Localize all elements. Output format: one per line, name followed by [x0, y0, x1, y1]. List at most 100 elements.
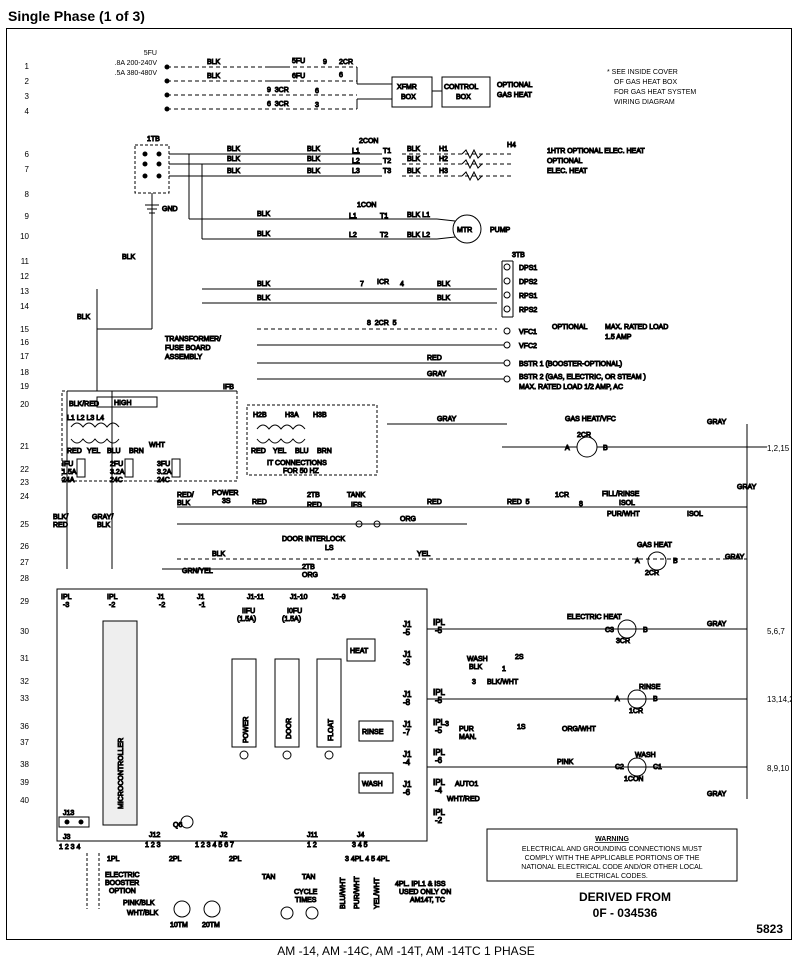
svg-text:PINK: PINK [557, 759, 574, 766]
svg-text:ICR: ICR [377, 279, 389, 286]
svg-text:36: 36 [20, 722, 29, 731]
svg-text:IFU: IFU [62, 461, 73, 468]
svg-text:BLK: BLK [177, 500, 191, 507]
svg-text:-6: -6 [435, 756, 443, 765]
svg-text:1CR: 1CR [629, 708, 643, 715]
svg-text:BSTR 2 (GAS, ELECTRIC, OR STEA: BSTR 2 (GAS, ELECTRIC, OR STEAM ) [519, 374, 646, 381]
svg-text:J1: J1 [197, 594, 205, 601]
svg-text:MTR: MTR [457, 227, 472, 234]
svg-text:7: 7 [25, 165, 30, 174]
svg-text:3: 3 [315, 102, 319, 109]
svg-text:H3: H3 [439, 168, 448, 175]
svg-text:2PL: 2PL [169, 856, 182, 863]
svg-text:BRN: BRN [317, 448, 332, 455]
svg-text:3CR: 3CR [616, 638, 630, 645]
svg-text:12: 12 [20, 272, 29, 281]
svg-text:17: 17 [20, 352, 29, 361]
svg-text:9 3CR: 9 3CR [267, 87, 289, 94]
svg-text:DERIVED FROM: DERIVED FROM [579, 890, 671, 904]
svg-text:J4: J4 [357, 832, 365, 839]
svg-text:(1.5A): (1.5A) [282, 616, 301, 623]
svg-text:-2: -2 [159, 602, 165, 609]
top-fuse-lines: BLK BLK 5FU 6FU 9 3CR 6 3CR 6 3 2CR 6 9 [165, 58, 357, 111]
svg-text:GAS HEAT: GAS HEAT [637, 542, 673, 549]
svg-text:2TB: 2TB [302, 564, 315, 571]
transformer-assembly: TRANSFORMER/ FUSE BOARD ASSEMBLY IFB HIG… [62, 336, 237, 484]
svg-text:30: 30 [20, 627, 29, 636]
svg-text:-5: -5 [435, 726, 443, 735]
svg-text:BLK: BLK [212, 551, 226, 558]
svg-text:AM14T, TC: AM14T, TC [410, 897, 445, 904]
svg-text:10TM: 10TM [170, 922, 188, 929]
svg-text:1CON: 1CON [357, 202, 376, 209]
svg-text:GRAY: GRAY [707, 621, 727, 628]
svg-text:WHT/RED: WHT/RED [447, 796, 480, 803]
svg-text:RED: RED [251, 448, 266, 455]
svg-text:T3: T3 [383, 168, 391, 175]
svg-text:7: 7 [360, 281, 364, 288]
svg-text:RED: RED [427, 499, 442, 506]
svg-text:BLK: BLK [407, 146, 421, 153]
svg-text:1.5 AMP: 1.5 AMP [605, 334, 632, 341]
svg-text:DPS1: DPS1 [519, 265, 537, 272]
svg-text:PUMP: PUMP [490, 227, 511, 234]
svg-text:14: 14 [20, 302, 29, 311]
svg-text:24A: 24A [62, 477, 75, 484]
svg-text:1PL: 1PL [107, 856, 120, 863]
svg-text:2: 2 [25, 77, 30, 86]
svg-text:6: 6 [25, 150, 30, 159]
svg-text:2CON: 2CON [359, 138, 378, 145]
svg-text:L1: L1 [349, 213, 357, 220]
svg-text:BLK/WHT: BLK/WHT [487, 679, 519, 686]
svg-text:-4: -4 [435, 786, 443, 795]
diagram-caption: AM -14, AM -14C, AM -14T, AM -14TC 1 PHA… [6, 940, 800, 958]
svg-text:MICROCONTROLLER: MICROCONTROLLER [118, 738, 125, 809]
svg-text:H3A: H3A [285, 412, 299, 419]
svg-text:PUR/WHT: PUR/WHT [607, 511, 640, 518]
svg-text:-8: -8 [403, 698, 411, 707]
svg-text:1CON: 1CON [624, 776, 643, 783]
svg-text:PUR: PUR [459, 726, 474, 733]
svg-text:MAX. RATED LOAD 1/2 AMP, AC: MAX. RATED LOAD 1/2 AMP, AC [519, 384, 623, 391]
svg-text:L1 L2 L3 L4: L1 L2 L3 L4 [67, 415, 104, 422]
xfmr-control: XFMR BOX CONTROL BOX OPTIONAL GAS HEAT [357, 67, 533, 109]
svg-text:33: 33 [20, 694, 29, 703]
svg-text:-5: -5 [403, 628, 411, 637]
svg-text:BLK: BLK [307, 146, 321, 153]
svg-text:8 2CR 5: 8 2CR 5 [367, 320, 397, 327]
svg-text:RED: RED [67, 448, 82, 455]
svg-text:FLOAT: FLOAT [328, 718, 335, 741]
svg-text:WHT: WHT [149, 442, 166, 449]
svg-text:PINK/BLK: PINK/BLK [123, 900, 155, 907]
svg-text:BLU: BLU [295, 448, 309, 455]
svg-text:3TB: 3TB [512, 252, 525, 259]
svg-text:RED: RED [307, 502, 322, 509]
svg-text:38: 38 [20, 760, 29, 769]
svg-text:POWER: POWER [243, 717, 250, 743]
svg-text:L3: L3 [352, 168, 360, 175]
svg-text:ELECTRIC HEAT: ELECTRIC HEAT [567, 614, 622, 621]
svg-text:1CR: 1CR [555, 492, 569, 499]
svg-text:I0FU: I0FU [287, 608, 302, 615]
svg-text:B: B [673, 558, 678, 565]
svg-text:MAN.: MAN. [459, 734, 477, 741]
svg-text:BLK: BLK [227, 146, 241, 153]
svg-text:HIGH: HIGH [114, 400, 132, 407]
svg-text:BLK: BLK [307, 168, 321, 175]
inside-cover-note: * SEE INSIDE COVER OF GAS HEAT BOX FOR G… [607, 69, 696, 106]
svg-text:OPTIONAL: OPTIONAL [497, 82, 533, 89]
svg-text:BLK/RED: BLK/RED [69, 401, 99, 408]
tb-lines: BLK BLK BLK BLK BLK BLK 2CON L1T1 L2T2 L… [169, 138, 645, 180]
svg-text:GRAY: GRAY [707, 419, 727, 426]
svg-text:15: 15 [20, 325, 29, 334]
tb1: 1TB GND [135, 136, 178, 213]
svg-text:RED: RED [252, 499, 267, 506]
svg-text:J12: J12 [149, 832, 160, 839]
svg-text:WIRING DIAGRAM: WIRING DIAGRAM [614, 99, 675, 106]
svg-text:GRAY: GRAY [737, 484, 757, 491]
svg-text:GAS HEAT/VFC: GAS HEAT/VFC [565, 416, 616, 423]
svg-text:1,2,15: 1,2,15 [767, 444, 790, 453]
svg-text:2PL: 2PL [229, 856, 242, 863]
svg-text:22: 22 [20, 465, 29, 474]
svg-text:5,6,7: 5,6,7 [767, 627, 785, 636]
